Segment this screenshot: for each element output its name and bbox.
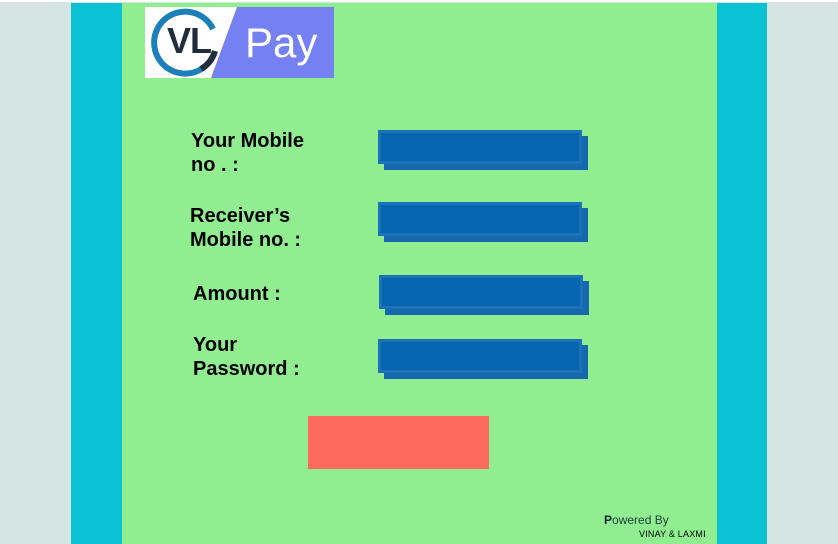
- powered-by-rest: owered By: [612, 513, 669, 527]
- receiver-mobile-field: [378, 202, 588, 242]
- receiver-mobile-input[interactable]: [378, 202, 582, 236]
- right-frame-bar: [717, 3, 767, 544]
- authors-text: VINAY & LAXMI: [639, 529, 706, 539]
- powered-by-initial: P: [604, 513, 613, 527]
- password-input[interactable]: [378, 339, 582, 373]
- vl-pay-logo: VL Pay: [145, 7, 334, 78]
- your-mobile-input[interactable]: [378, 130, 582, 164]
- amount-field: [379, 275, 589, 315]
- left-frame-bar: [71, 3, 122, 544]
- receiver-mobile-label: Receiver’s Mobile no. :: [190, 205, 302, 251]
- amount-input[interactable]: [379, 275, 583, 309]
- logo-vl-text: VL: [167, 20, 212, 61]
- logo-pay-text: Pay: [245, 19, 318, 66]
- password-label: Your Password :: [193, 334, 300, 380]
- password-field: [378, 339, 588, 379]
- your-mobile-field: [378, 130, 588, 170]
- payment-page: VL Pay Your Mobile no . : Receiver’s Mob…: [0, 0, 838, 544]
- powered-by-text: Powered By: [604, 513, 669, 527]
- amount-label: Amount :: [193, 283, 281, 305]
- your-mobile-label: Your Mobile no . :: [191, 130, 304, 176]
- top-border: [0, 0, 838, 2]
- submit-button[interactable]: [308, 416, 489, 469]
